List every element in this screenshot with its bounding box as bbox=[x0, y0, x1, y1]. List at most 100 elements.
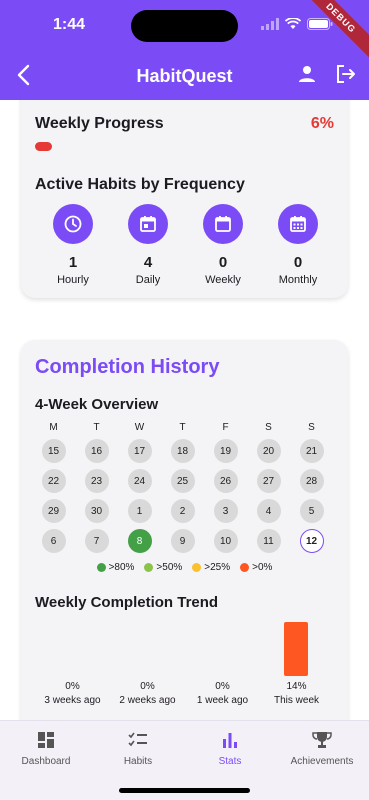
calendar-day[interactable]: 3 bbox=[213, 499, 238, 523]
calendar-day[interactable]: 9 bbox=[170, 529, 195, 553]
calendar-day[interactable]: 26 bbox=[213, 469, 238, 493]
legend-dot bbox=[192, 563, 202, 572]
legend-dot bbox=[144, 563, 154, 572]
trend-percent: 0% bbox=[215, 681, 230, 692]
nav-stats[interactable]: Stats bbox=[184, 729, 276, 767]
toolbar: HabitQuest bbox=[0, 56, 369, 96]
frequency-label: Hourly bbox=[57, 274, 89, 286]
frequency-count: 0 bbox=[218, 254, 228, 271]
frequency-monthly: 0 Monthly bbox=[268, 204, 328, 286]
weekday-label: F bbox=[222, 422, 229, 433]
calendar-day[interactable]: 29 bbox=[41, 499, 66, 523]
calendar-day[interactable]: 11 bbox=[256, 529, 281, 553]
battery-icon bbox=[307, 17, 333, 35]
trend-column: 0% 3 weeks ago bbox=[35, 681, 110, 706]
trend-column: 0% 2 weeks ago bbox=[110, 681, 185, 706]
calendar-week-icon bbox=[203, 204, 243, 244]
trend-percent: 14% bbox=[286, 681, 307, 692]
calendar-day-completed[interactable]: 8 bbox=[127, 529, 152, 553]
calendar-day[interactable]: 10 bbox=[213, 529, 238, 553]
calendar-day-today[interactable]: 12 bbox=[299, 529, 324, 553]
frequency-title: Active Habits by Frequency bbox=[35, 176, 245, 193]
calendar-day[interactable]: 27 bbox=[256, 469, 281, 493]
trend-title: Weekly Completion Trend bbox=[35, 594, 219, 611]
completion-legend: >80% >50% >25% >0% bbox=[21, 562, 348, 573]
weekly-progress-percent: 6% bbox=[310, 115, 334, 132]
weekday-label: S bbox=[308, 422, 315, 433]
calendar-week: 6 7 8 9 10 11 12 bbox=[32, 529, 342, 553]
wifi-icon bbox=[284, 17, 302, 35]
calendar-week: 29 30 1 2 3 4 5 bbox=[32, 499, 342, 523]
calendar-day[interactable]: 6 bbox=[41, 529, 66, 553]
calendar-grid: M T W T F S S 15 16 17 18 19 20 21 22 23… bbox=[32, 422, 342, 553]
trend-column: 14% This week bbox=[259, 681, 334, 706]
app-bar: 1:44 DEBUG HabitQuest bbox=[0, 0, 369, 100]
calendar-day[interactable]: 1 bbox=[127, 499, 152, 523]
status-icons bbox=[261, 17, 333, 35]
trend-bar-this-week bbox=[284, 622, 308, 676]
logout-icon[interactable] bbox=[335, 64, 357, 89]
nav-achievements[interactable]: Achievements bbox=[276, 729, 368, 767]
dynamic-island bbox=[131, 10, 238, 42]
weekly-trend-chart: 0% 3 weeks ago 0% 2 weeks ago 0% 1 week … bbox=[21, 616, 348, 716]
trophy-icon bbox=[276, 729, 368, 751]
calendar-day[interactable]: 4 bbox=[256, 499, 281, 523]
nav-dashboard[interactable]: Dashboard bbox=[0, 729, 92, 767]
frequency-count: 0 bbox=[293, 254, 303, 271]
calendar-week: 22 23 24 25 26 27 28 bbox=[32, 469, 342, 493]
frequency-hourly: 1 Hourly bbox=[43, 204, 103, 286]
legend-item: >25% bbox=[192, 562, 230, 573]
calendar-day[interactable]: 20 bbox=[256, 439, 281, 463]
progress-card: Weekly Progress 6% Active Habits by Freq… bbox=[21, 100, 348, 298]
frequency-label: Daily bbox=[135, 274, 161, 286]
calendar-week: 15 16 17 18 19 20 21 bbox=[32, 439, 342, 463]
legend-item: >50% bbox=[144, 562, 182, 573]
calendar-day[interactable]: 24 bbox=[127, 469, 152, 493]
weekday-label: W bbox=[134, 422, 145, 433]
stats-content[interactable]: Weekly Progress 6% Active Habits by Freq… bbox=[0, 100, 369, 720]
nav-label: Stats bbox=[218, 756, 242, 767]
weekday-header: M T W T F S S bbox=[32, 422, 342, 433]
calendar-day-icon bbox=[128, 204, 168, 244]
calendar-day[interactable]: 16 bbox=[84, 439, 109, 463]
profile-icon[interactable] bbox=[297, 64, 317, 89]
calendar-day[interactable]: 5 bbox=[299, 499, 324, 523]
bar-chart-icon bbox=[184, 729, 276, 751]
calendar-day[interactable]: 7 bbox=[84, 529, 109, 553]
weekday-label: T bbox=[179, 422, 186, 433]
calendar-day[interactable]: 28 bbox=[299, 469, 324, 493]
trend-column: 0% 1 week ago bbox=[185, 681, 260, 706]
trend-percent: 0% bbox=[65, 681, 80, 692]
weekly-progress-bar bbox=[35, 142, 52, 151]
calendar-day[interactable]: 15 bbox=[41, 439, 66, 463]
nav-label: Dashboard bbox=[21, 756, 71, 767]
trend-label: This week bbox=[273, 695, 319, 706]
calendar-month-icon bbox=[278, 204, 318, 244]
weekday-label: M bbox=[49, 422, 58, 433]
legend-item: >0% bbox=[240, 562, 272, 573]
calendar-day[interactable]: 17 bbox=[127, 439, 152, 463]
legend-label: >50% bbox=[156, 562, 183, 573]
legend-dot bbox=[96, 563, 106, 572]
calendar-day[interactable]: 22 bbox=[41, 469, 66, 493]
nav-habits[interactable]: Habits bbox=[92, 729, 184, 767]
signal-icon bbox=[261, 17, 279, 35]
weekly-progress-title: Weekly Progress bbox=[35, 115, 164, 132]
frequency-label: Monthly bbox=[278, 274, 318, 286]
calendar-day[interactable]: 23 bbox=[84, 469, 109, 493]
dashboard-icon bbox=[0, 729, 92, 751]
calendar-day[interactable]: 18 bbox=[170, 439, 195, 463]
frequency-count: 4 bbox=[143, 254, 153, 271]
weekday-label: T bbox=[93, 422, 100, 433]
calendar-day[interactable]: 19 bbox=[213, 439, 238, 463]
nav-label: Habits bbox=[123, 756, 153, 767]
trend-label: 1 week ago bbox=[196, 695, 249, 706]
legend-label: >80% bbox=[108, 562, 135, 573]
status-time: 1:44 bbox=[53, 16, 86, 33]
trend-label: 3 weeks ago bbox=[44, 695, 101, 706]
calendar-day[interactable]: 2 bbox=[170, 499, 195, 523]
trend-percent: 0% bbox=[140, 681, 155, 692]
calendar-day[interactable]: 25 bbox=[170, 469, 195, 493]
calendar-day[interactable]: 21 bbox=[299, 439, 324, 463]
calendar-day[interactable]: 30 bbox=[84, 499, 109, 523]
